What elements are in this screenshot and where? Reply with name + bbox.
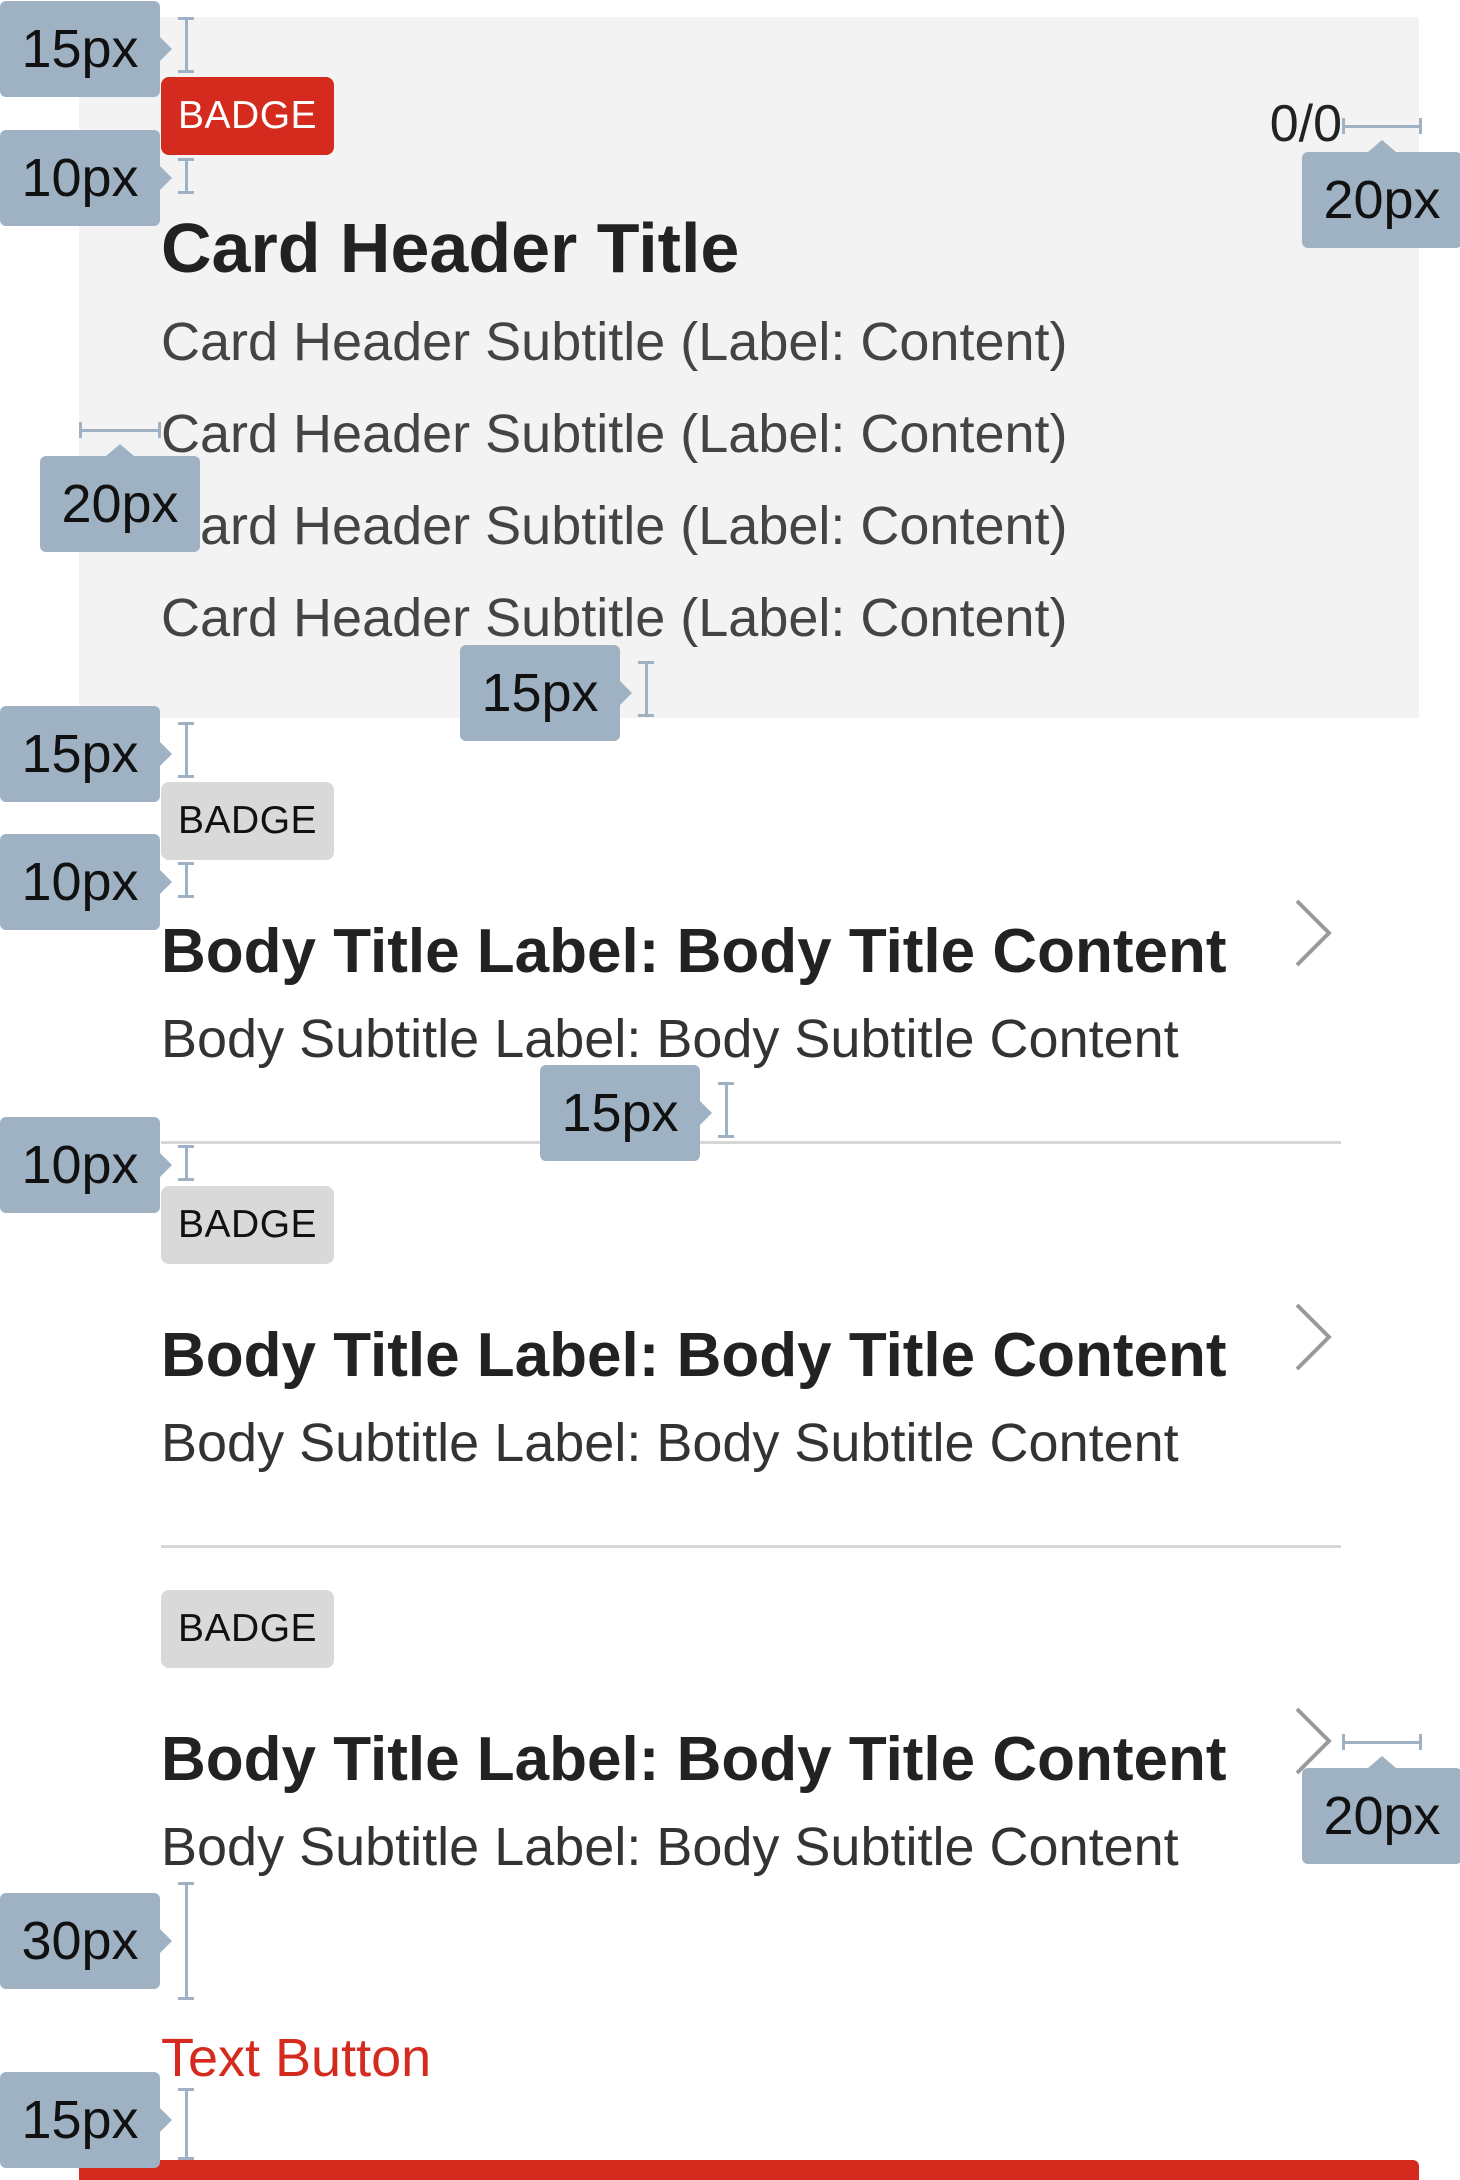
card-header-badge: BADGE	[161, 77, 335, 155]
list-divider	[161, 1545, 1341, 1548]
card-bottom-border	[79, 2160, 1419, 2180]
spacing-annotation: 15px	[0, 706, 172, 802]
card-header-subtitle: Card Header Subtitle (Label: Content)	[161, 588, 1068, 648]
spacing-indicator	[638, 661, 654, 717]
spacing-annotation: 15px	[0, 2072, 172, 2168]
list-item-title: Body Title Label: Body Title Content	[161, 917, 1227, 986]
spacing-indicator	[718, 1082, 734, 1138]
list-divider	[161, 1141, 1341, 1144]
list-item-subtitle: Body Subtitle Label: Body Subtitle Conte…	[161, 1817, 1179, 1877]
list-item-badge: BADGE	[161, 1590, 335, 1668]
spacing-annotation: 30px	[0, 1893, 172, 1989]
text-button[interactable]: Text Button	[161, 2024, 431, 2092]
spacing-indicator	[178, 1145, 194, 1181]
spacing-indicator	[178, 158, 194, 194]
spacing-indicator	[178, 722, 194, 778]
spacing-annotation: 15px	[0, 1, 172, 97]
card-header-subtitle: Card Header Subtitle (Label: Content)	[161, 404, 1068, 464]
card-header-subtitle: Card Header Subtitle (Label: Content)	[161, 312, 1068, 372]
spacing-annotation: 10px	[0, 130, 172, 226]
spacing-indicator	[178, 17, 194, 73]
spacing-annotation: 10px	[0, 1117, 172, 1213]
list-item-subtitle: Body Subtitle Label: Body Subtitle Conte…	[161, 1009, 1179, 1069]
spacing-indicator	[79, 422, 161, 438]
spacing-indicator	[178, 2088, 194, 2160]
card-header-title: Card Header Title	[161, 209, 740, 287]
spacing-annotation: 15px	[540, 1065, 712, 1161]
spacing-annotation: 15px	[460, 645, 632, 741]
card-header-counter: 0/0	[1269, 95, 1342, 153]
spacing-annotation: 10px	[0, 834, 172, 930]
list-item-badge: BADGE	[161, 782, 335, 860]
list-item-subtitle: Body Subtitle Label: Body Subtitle Conte…	[161, 1413, 1179, 1473]
list-item-title: Body Title Label: Body Title Content	[161, 1725, 1227, 1794]
spacing-indicator	[1342, 118, 1422, 134]
chevron-right-icon[interactable]	[1283, 893, 1343, 973]
spacing-annotation: 20px	[1302, 140, 1460, 248]
chevron-right-icon[interactable]	[1283, 1297, 1343, 1377]
list-item-title: Body Title Label: Body Title Content	[161, 1321, 1227, 1390]
list-item-badge: BADGE	[161, 1186, 335, 1264]
card-header-subtitle: Card Header Subtitle (Label: Content)	[161, 496, 1068, 556]
spacing-indicator	[178, 1882, 194, 2000]
spacing-indicator	[178, 862, 194, 898]
spacing-indicator	[1342, 1734, 1422, 1750]
spacing-annotation: 20px	[40, 444, 200, 552]
spacing-annotation: 20px	[1302, 1756, 1460, 1864]
